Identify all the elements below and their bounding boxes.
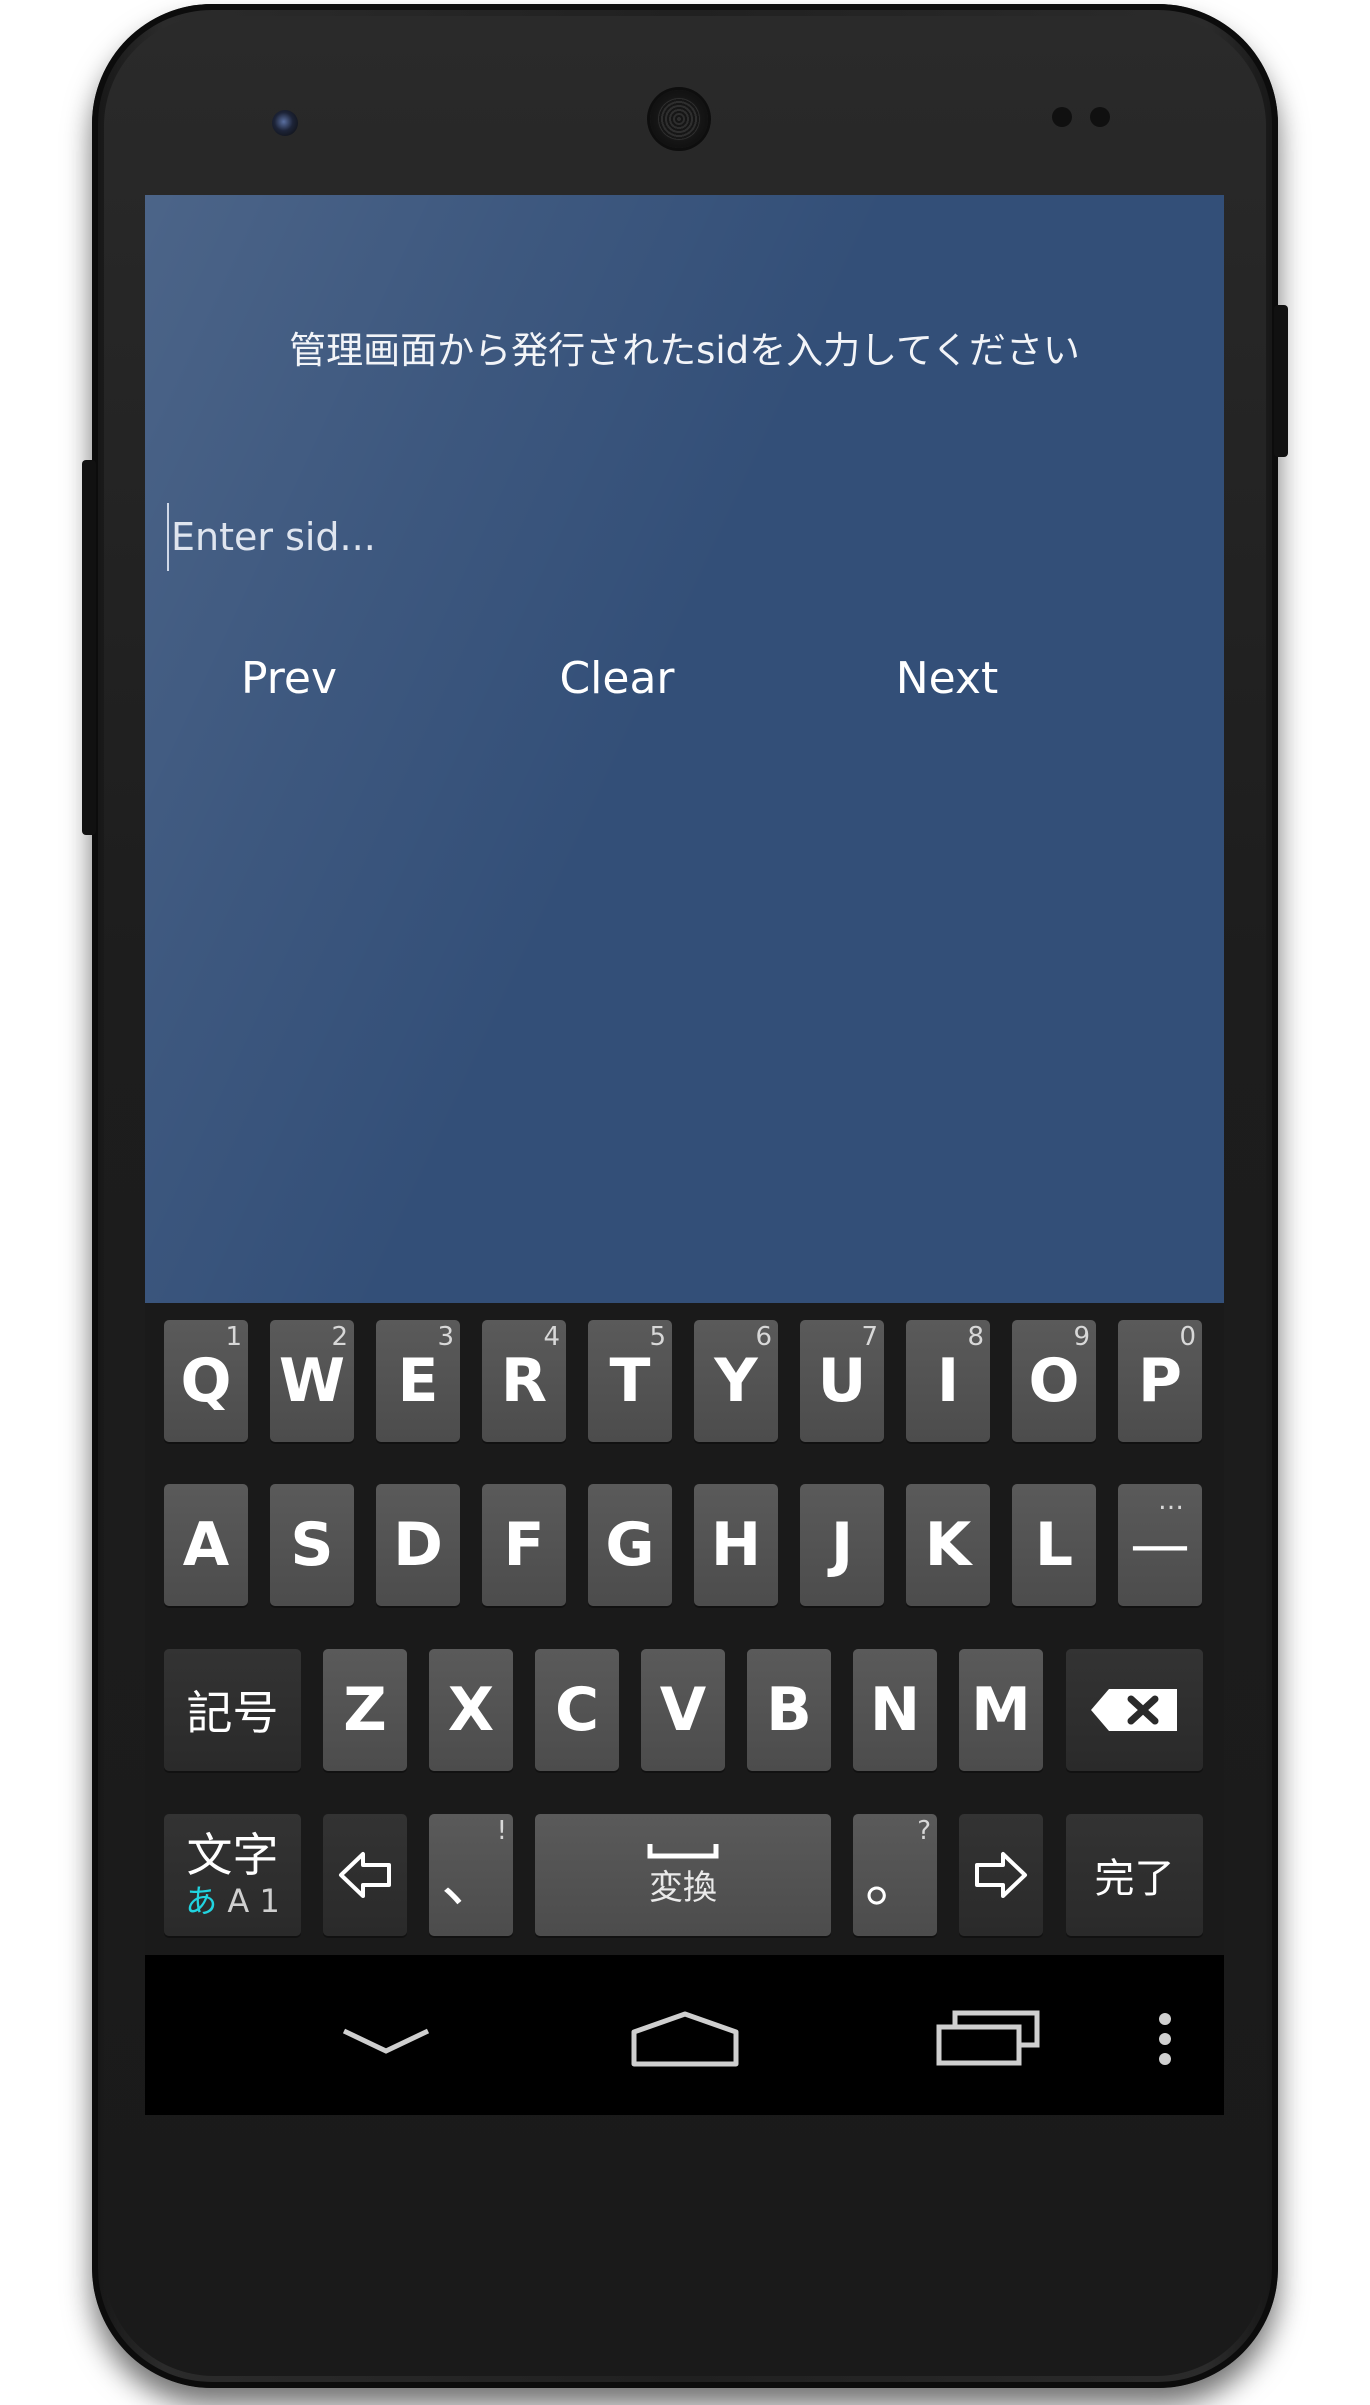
navigation-bar [145, 1955, 1224, 2115]
key-m[interactable]: M [959, 1649, 1043, 1771]
key-l[interactable]: L [1012, 1484, 1096, 1606]
key-k[interactable]: K [906, 1484, 990, 1606]
key-t[interactable]: T5 [588, 1320, 672, 1442]
key-e[interactable]: E3 [376, 1320, 460, 1442]
left-arrow-icon [339, 1852, 391, 1898]
key-period[interactable]: 。? [853, 1814, 937, 1936]
sid-input[interactable] [167, 503, 1173, 571]
proximity-sensor [1052, 107, 1072, 127]
key-h[interactable]: H [694, 1484, 778, 1606]
earpiece-speaker [650, 90, 708, 148]
key-cursor-right[interactable] [959, 1814, 1043, 1936]
sid-entry-screen: 管理画面から発行されたsidを入力してください Prev Clear Next [145, 195, 1224, 1303]
key-dash[interactable]: —… [1118, 1484, 1202, 1606]
key-n[interactable]: N [853, 1649, 937, 1771]
front-camera [272, 110, 298, 136]
power-button [82, 460, 96, 835]
key-c[interactable]: C [535, 1649, 619, 1771]
sid-prompt-text: 管理画面から発行されたsidを入力してください [289, 329, 1080, 372]
key-i[interactable]: I8 [906, 1320, 990, 1442]
key-f[interactable]: F [482, 1484, 566, 1606]
key-symbols[interactable]: 記号 [164, 1649, 301, 1771]
overflow-menu-icon[interactable] [1157, 2011, 1173, 2067]
key-g[interactable]: G [588, 1484, 672, 1606]
device-screen: 管理画面から発行されたsidを入力してください Prev Clear Next … [145, 195, 1224, 2115]
key-space-convert[interactable]: 変換 [535, 1814, 831, 1936]
back-icon[interactable] [340, 2025, 432, 2057]
space-bar-icon [647, 1843, 719, 1858]
key-v[interactable]: V [641, 1649, 725, 1771]
key-u[interactable]: U7 [800, 1320, 884, 1442]
key-w[interactable]: W2 [270, 1320, 354, 1442]
soft-keyboard: Q1 W2 E3 R4 T5 Y6 U7 I8 O9 P0 A S D F G … [145, 1303, 1224, 1955]
key-done[interactable]: 完了 [1066, 1814, 1203, 1936]
key-cursor-left[interactable] [323, 1814, 407, 1936]
key-r[interactable]: R4 [482, 1320, 566, 1442]
key-comma[interactable]: 、! [429, 1814, 513, 1936]
backspace-icon [1090, 1689, 1177, 1731]
key-b[interactable]: B [747, 1649, 831, 1771]
key-y[interactable]: Y6 [694, 1320, 778, 1442]
key-z[interactable]: Z [323, 1649, 407, 1771]
light-sensor [1090, 107, 1110, 127]
prev-button[interactable]: Prev [169, 643, 409, 713]
key-d[interactable]: D [376, 1484, 460, 1606]
key-o[interactable]: O9 [1012, 1320, 1096, 1442]
next-button[interactable]: Next [827, 643, 1067, 713]
recents-icon[interactable] [935, 2007, 1043, 2067]
key-x[interactable]: X [429, 1649, 513, 1771]
home-icon[interactable] [630, 2010, 740, 2070]
right-arrow-icon [975, 1852, 1027, 1898]
key-p[interactable]: P0 [1118, 1320, 1202, 1442]
key-input-mode[interactable]: 文字 あ A 1 [164, 1814, 301, 1936]
volume-button [1274, 305, 1288, 457]
key-j[interactable]: J [800, 1484, 884, 1606]
key-q[interactable]: Q1 [164, 1320, 248, 1442]
key-a[interactable]: A [164, 1484, 248, 1606]
key-backspace[interactable] [1066, 1649, 1203, 1771]
key-s[interactable]: S [270, 1484, 354, 1606]
clear-button[interactable]: Clear [497, 643, 737, 713]
